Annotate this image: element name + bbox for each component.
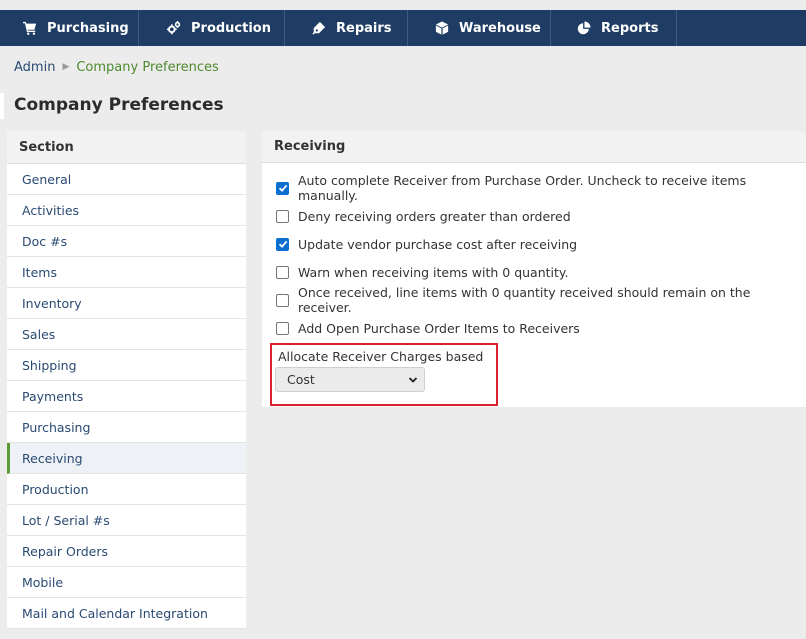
option-update-vendor-cost: Update vendor purchase cost after receiv… [276, 235, 577, 253]
box-icon [435, 21, 449, 35]
nav-production-label: Production [191, 20, 271, 36]
breadcrumb-separator-icon: ▶ [62, 62, 70, 72]
nav-repairs[interactable]: Repairs [285, 10, 408, 46]
title-accent [0, 93, 4, 119]
option-auto-complete-receiver: Auto complete Receiver from Purchase Ord… [276, 173, 806, 203]
breadcrumb: Admin ▶ Company Preferences [14, 58, 219, 76]
deny-greater-checkbox[interactable] [276, 209, 289, 223]
nav-purchasing-label: Purchasing [47, 20, 129, 36]
sidebar-item-purchasing[interactable]: Purchasing [7, 412, 246, 443]
sidebar-item-doc-numbers[interactable]: Doc #s [7, 226, 246, 257]
checkmark-icon [278, 184, 287, 192]
sidebar-item-payments[interactable]: Payments [7, 381, 246, 412]
page-title-bar: Company Preferences [0, 91, 806, 121]
receiving-panel-header: Receiving [262, 131, 806, 163]
top-navigation: Purchasing Production Repairs Warehouse … [0, 10, 806, 46]
nav-warehouse-label: Warehouse [459, 20, 541, 36]
nav-reports-label: Reports [601, 20, 659, 36]
allocate-charges-highlight: Allocate Receiver Charges based on: Cost [270, 343, 498, 406]
auto-complete-receiver-checkbox[interactable] [276, 181, 289, 195]
receiving-panel: Receiving Auto complete Receiver from Pu… [262, 131, 806, 407]
sidebar-item-repair-orders[interactable]: Repair Orders [7, 536, 246, 567]
gears-icon [167, 21, 181, 35]
keep-zero-lines-checkbox[interactable] [276, 293, 289, 307]
sidebar-item-shipping[interactable]: Shipping [7, 350, 246, 381]
sidebar-item-general[interactable]: General [7, 164, 246, 195]
nav-purchasing[interactable]: Purchasing [0, 10, 139, 46]
allocate-charges-value: Cost [287, 372, 315, 387]
cart-icon [23, 21, 37, 35]
section-sidebar: Section General Activities Doc #s Items … [7, 131, 246, 629]
sidebar-item-production[interactable]: Production [7, 474, 246, 505]
sidebar-item-items[interactable]: Items [7, 257, 246, 288]
sidebar-item-lot-serial[interactable]: Lot / Serial #s [7, 505, 246, 536]
nav-repairs-label: Repairs [336, 20, 392, 36]
option-label: Add Open Purchase Order Items to Receive… [298, 320, 580, 336]
sidebar-item-sales[interactable]: Sales [7, 319, 246, 350]
option-label: Deny receiving orders greater than order… [298, 208, 571, 224]
allocate-charges-select[interactable]: Cost [275, 367, 425, 392]
option-label: Auto complete Receiver from Purchase Ord… [298, 173, 747, 203]
sidebar-item-mobile[interactable]: Mobile [7, 567, 246, 598]
option-label: Once received, line items with 0 quantit… [298, 285, 751, 315]
nav-reports[interactable]: Reports [551, 10, 677, 46]
pie-chart-icon [577, 21, 591, 35]
update-vendor-cost-checkbox[interactable] [276, 237, 289, 251]
warn-zero-quantity-checkbox[interactable] [276, 265, 289, 279]
option-label: Update vendor purchase cost after receiv… [298, 236, 578, 252]
chevron-down-icon [408, 377, 418, 383]
breadcrumb-current: Company Preferences [76, 59, 219, 75]
option-deny-greater-than-ordered: Deny receiving orders greater than order… [276, 207, 571, 225]
option-keep-zero-lines: Once received, line items with 0 quantit… [276, 285, 806, 315]
sidebar-item-receiving[interactable]: Receiving [7, 443, 246, 474]
option-label: Warn when receiving items with 0 quantit… [298, 264, 569, 280]
nav-warehouse[interactable]: Warehouse [408, 10, 551, 46]
sidebar-item-inventory[interactable]: Inventory [7, 288, 246, 319]
sidebar-item-mail-calendar[interactable]: Mail and Calendar Integration [7, 598, 246, 629]
breadcrumb-admin-link[interactable]: Admin [14, 60, 55, 75]
checkmark-icon [278, 240, 287, 248]
wrench-icon [312, 21, 326, 35]
option-warn-zero-quantity: Warn when receiving items with 0 quantit… [276, 263, 569, 281]
sidebar-item-activities[interactable]: Activities [7, 195, 246, 226]
option-add-open-po-items: Add Open Purchase Order Items to Receive… [276, 319, 580, 337]
nav-production[interactable]: Production [139, 10, 285, 46]
sidebar-header: Section [7, 131, 246, 164]
add-open-po-items-checkbox[interactable] [276, 321, 289, 335]
page-title: Company Preferences [14, 95, 224, 115]
